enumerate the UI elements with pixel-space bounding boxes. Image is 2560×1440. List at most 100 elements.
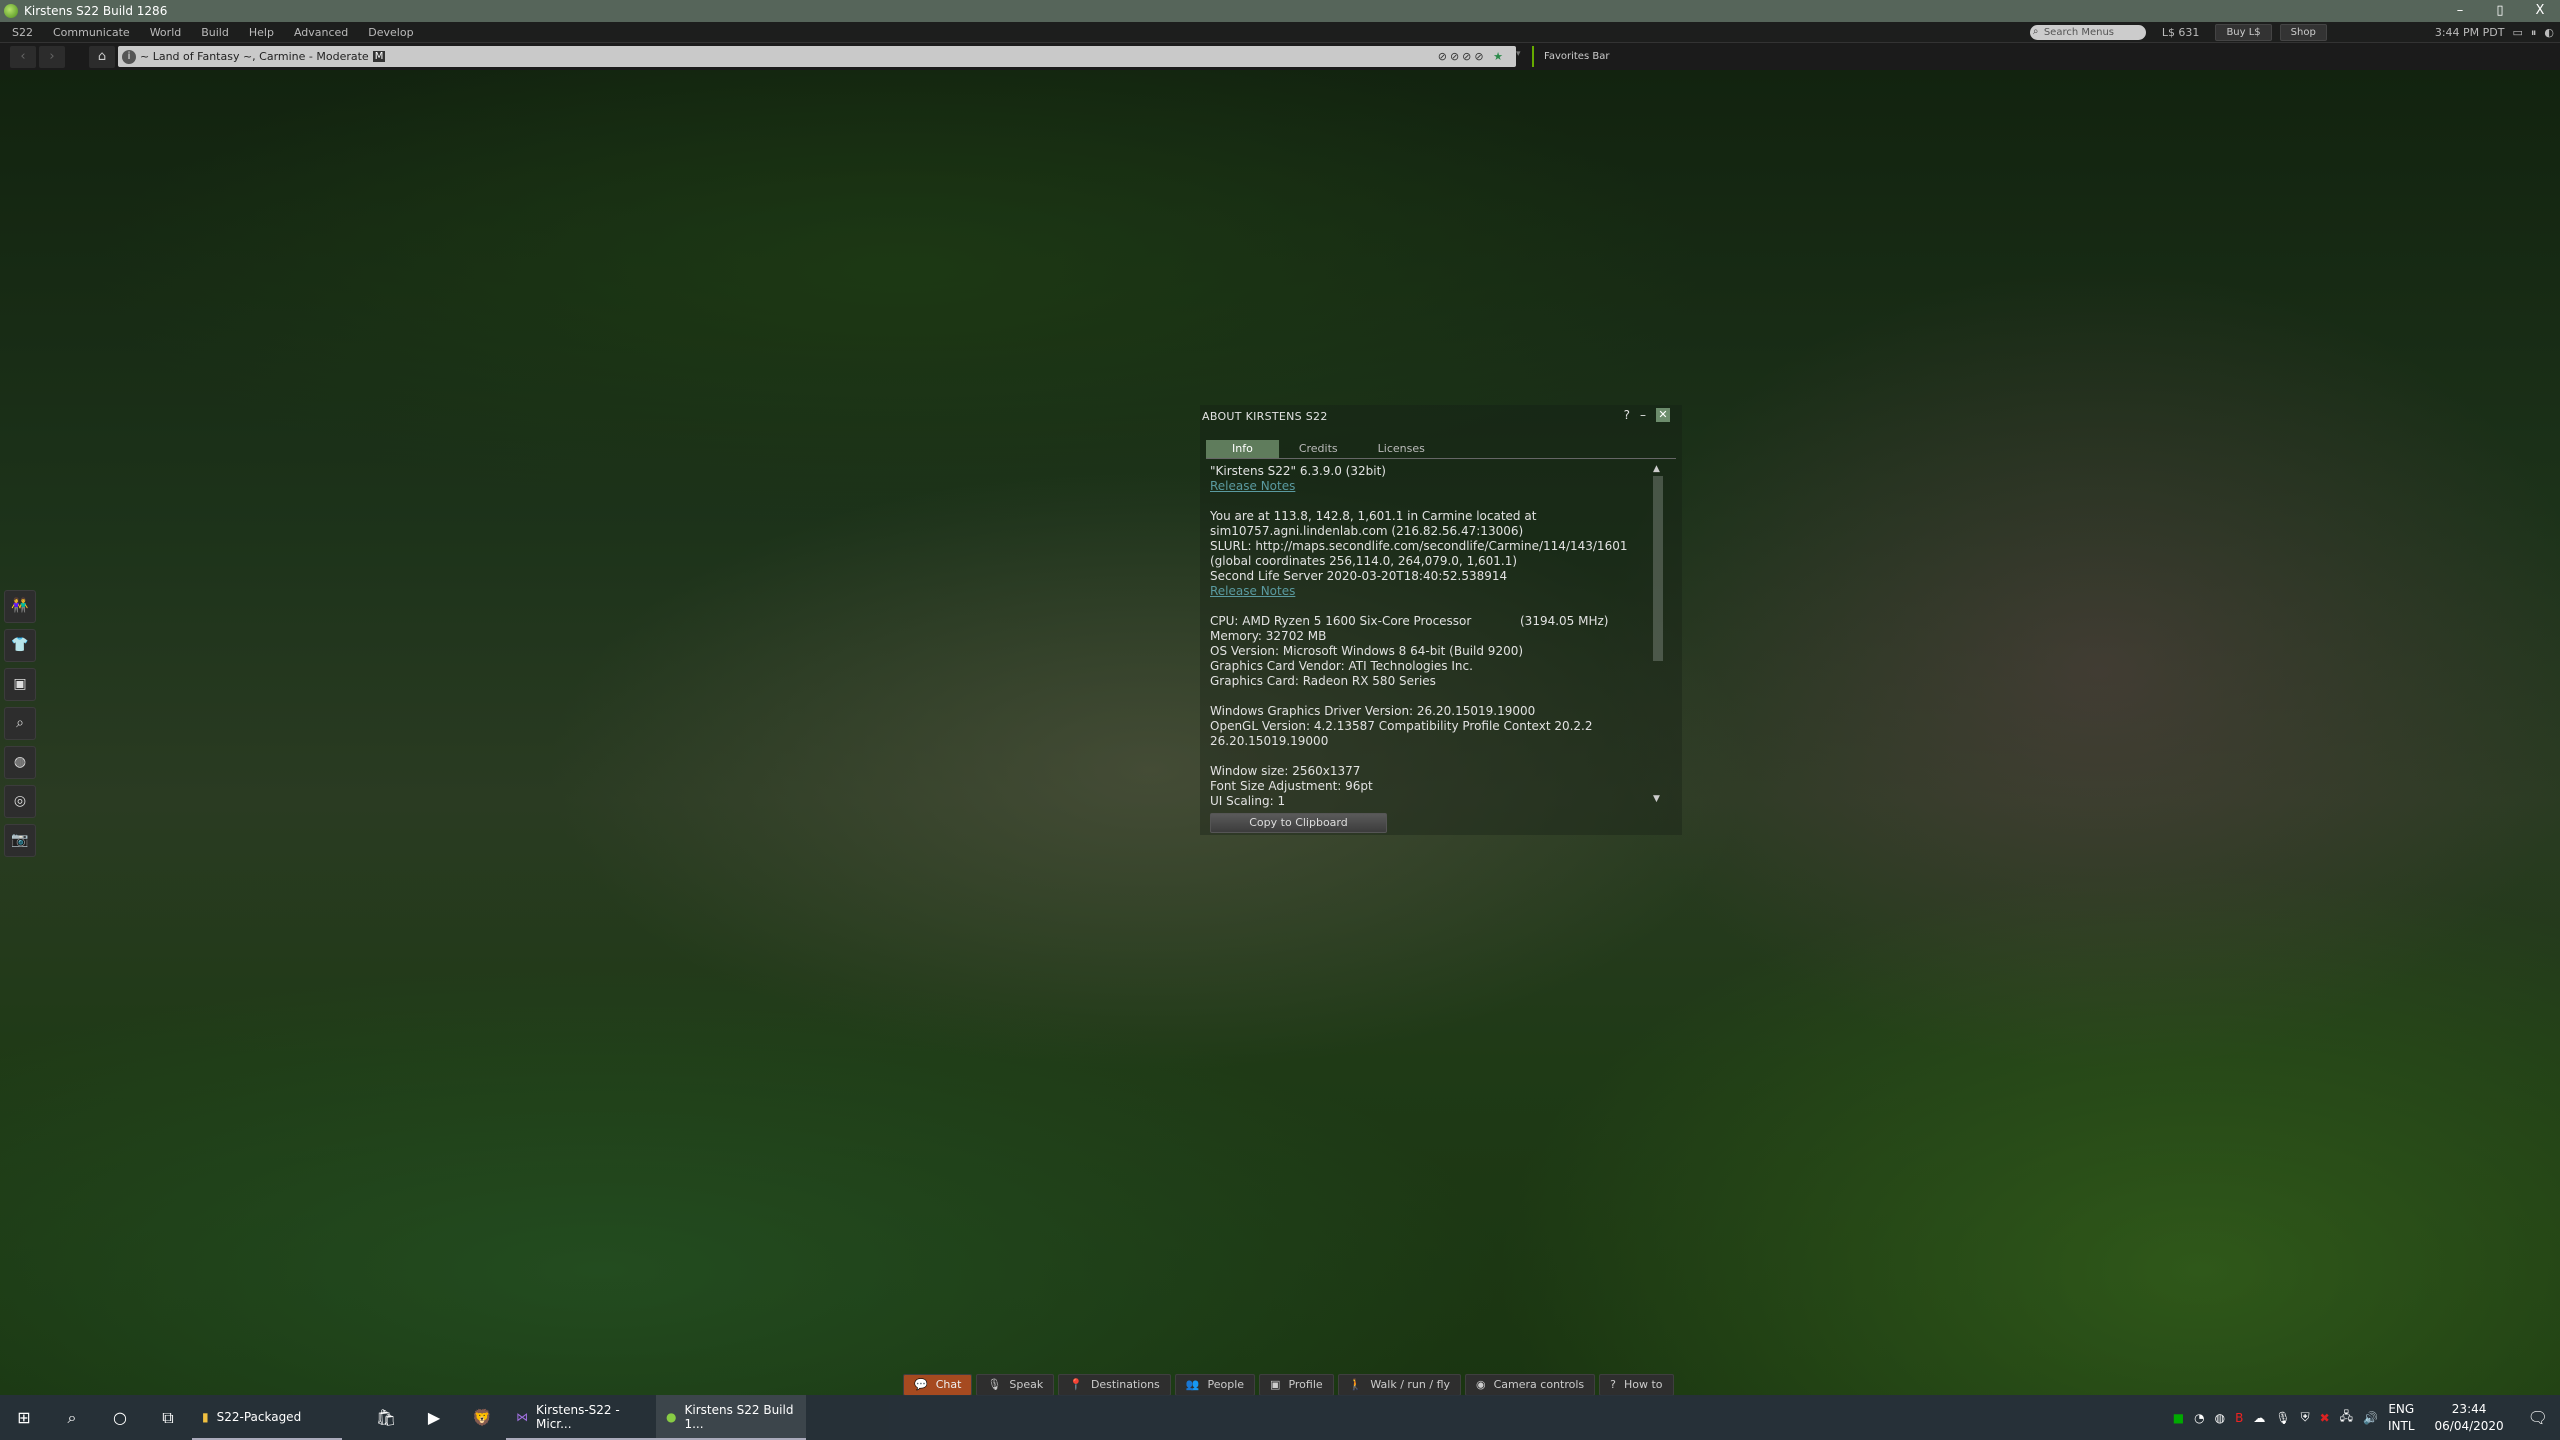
media-player-icon[interactable]: ▶ <box>410 1395 458 1440</box>
notifications-icon[interactable]: 🗨 <box>2528 1408 2548 1427</box>
info-line-text: UI Scaling: 1 <box>1210 794 1286 808</box>
search-menus-input[interactable]: Search Menus <box>2029 24 2146 40</box>
window-title: Kirstens S22 Build 1286 <box>24 4 168 18</box>
menu-s22[interactable]: S22 <box>0 26 41 39</box>
floater-title: ABOUT KIRSTENS S22 <box>1202 410 1328 423</box>
search-icon: ⌕ <box>16 715 24 731</box>
destinations-button[interactable]: 📍 Destinations <box>1058 1374 1171 1396</box>
back-button[interactable]: ‹ <box>10 45 36 68</box>
info-icon[interactable]: i <box>122 49 136 64</box>
info-line-text: SLURL: http://maps.secondlife.com/second… <box>1210 539 1628 553</box>
people-button[interactable]: 👫 <box>4 590 36 623</box>
walk-run-fly-button[interactable]: 🚶 Walk / run / fly <box>1337 1374 1462 1396</box>
info-line-text: Graphics Card: Radeon RX 580 Series <box>1210 674 1436 688</box>
location-dropdown-icon[interactable]: ▾ <box>1516 49 1521 59</box>
profile-button[interactable]: ▣ Profile <box>1259 1374 1334 1396</box>
people-button[interactable]: 👥 People <box>1174 1374 1256 1396</box>
scroll-thumb[interactable] <box>1653 476 1663 661</box>
pin-icon: 📍 <box>1069 1378 1083 1391</box>
minimize-button[interactable]: – <box>2440 0 2480 22</box>
info-line: You are at 113.8, 142.8, 1,601.1 in Carm… <box>1210 509 1650 524</box>
tab-credits[interactable]: Credits <box>1279 440 1358 458</box>
taskbar-clock[interactable]: 23:44 06/04/2020 <box>2435 1401 2504 1435</box>
chat-button[interactable]: 💬 Chat <box>903 1374 973 1396</box>
info-line-text: 26.20.15019.19000 <box>1210 734 1329 748</box>
info-line: OS Version: Microsoft Windows 8 64-bit (… <box>1210 644 1650 659</box>
help-button[interactable]: ? <box>1624 408 1630 422</box>
tab-info[interactable]: Info <box>1206 440 1279 458</box>
snapshot-button[interactable]: 📷 <box>4 824 36 857</box>
taskbar-app-viewer[interactable]: ● Kirstens S22 Build 1... <box>656 1395 806 1440</box>
info-scrollbar[interactable]: ▲ ▼ <box>1652 464 1664 804</box>
volume-icon[interactable]: 🔊 <box>2363 1411 2378 1425</box>
how-to-button[interactable]: ? How to <box>1599 1374 1674 1396</box>
taskbar-app-visual-studio[interactable]: ⋈ Kirstens-S22 - Micr... <box>506 1395 656 1440</box>
title-bar: Kirstens S22 Build 1286 – ▯ X <box>0 0 2560 22</box>
scroll-up-icon[interactable]: ▲ <box>1653 464 1660 474</box>
toolbar-label: Destinations <box>1090 1378 1160 1391</box>
home-button[interactable]: ⌂ <box>89 45 115 68</box>
forward-button[interactable]: › <box>39 45 65 68</box>
menu-help[interactable]: Help <box>237 26 282 39</box>
defender-icon[interactable]: ⛨ <box>2301 1410 2310 1425</box>
input-language[interactable]: ENG INTL <box>2388 1401 2415 1435</box>
close-floater-button[interactable]: ✕ <box>1656 408 1670 422</box>
shop-button[interactable]: Shop <box>2279 24 2327 41</box>
info-link-line: Release Notes <box>1210 479 1650 494</box>
camera-controls-button[interactable]: ◉ Camera controls <box>1465 1374 1596 1396</box>
viewer-icon: ● <box>666 1409 677 1424</box>
toolbar-label: Speak <box>1009 1378 1044 1391</box>
brave-browser-icon[interactable]: 🦁 <box>458 1395 506 1440</box>
menu-bar: S22 Communicate World Build Help Advance… <box>0 22 2560 43</box>
menu-develop[interactable]: Develop <box>356 26 421 39</box>
buy-lindens-button[interactable]: Buy L$ <box>2215 24 2272 41</box>
red-app-icon[interactable]: B <box>2235 1411 2243 1425</box>
menu-advanced[interactable]: Advanced <box>282 26 356 39</box>
search-icon[interactable]: ⌕ <box>48 1395 96 1440</box>
speaker-tray-icon[interactable]: ◔ <box>2194 1411 2204 1425</box>
pause-icon[interactable]: ⏸ <box>2531 26 2537 40</box>
release-notes-link[interactable]: Release Notes <box>1210 584 1295 598</box>
network-icon[interactable]: 🖧 <box>2340 1407 2353 1428</box>
release-notes-link[interactable]: Release Notes <box>1210 479 1295 493</box>
map-button[interactable]: ◍ <box>4 746 36 779</box>
menu-build[interactable]: Build <box>189 26 237 39</box>
windows-start-icon[interactable]: ⊞ <box>0 1395 48 1440</box>
green-square-icon[interactable]: ■ <box>2173 1411 2184 1425</box>
info-line-text: Font Size Adjustment: 96pt <box>1210 779 1373 793</box>
speak-button[interactable]: 🎙 Speak <box>976 1374 1055 1396</box>
task-view-icon[interactable]: ⧉ <box>144 1395 192 1440</box>
search-button[interactable]: ⌕ <box>4 707 36 740</box>
microphone-icon[interactable]: 🎙 <box>2275 1411 2290 1425</box>
tab-bar: Info Credits Licenses <box>1206 440 1676 459</box>
scroll-down-icon[interactable]: ▼ <box>1653 794 1660 804</box>
people-icon: 👥 <box>1185 1378 1200 1391</box>
ram-icon[interactable]: ◍ <box>2215 1411 2225 1425</box>
inventory-button[interactable]: ▣ <box>4 668 36 701</box>
maturity-badge: M <box>372 51 386 62</box>
inventory-icon: ▣ <box>13 676 27 692</box>
red-x-icon[interactable]: ✖ <box>2320 1411 2330 1425</box>
close-button[interactable]: X <box>2520 0 2560 22</box>
copy-to-clipboard-button[interactable]: Copy to Clipboard <box>1210 813 1387 833</box>
maximize-button[interactable]: ▯ <box>2480 0 2520 22</box>
menu-communicate[interactable]: Communicate <box>41 26 138 39</box>
cortana-icon[interactable]: ○ <box>96 1395 144 1440</box>
tab-licenses[interactable]: Licenses <box>1358 440 1445 458</box>
store-icon[interactable]: 🛍 <box>362 1395 410 1440</box>
appearance-button[interactable]: 👕 <box>4 629 36 662</box>
info-line-text: sim10757.agni.lindenlab.com (216.82.56.4… <box>1210 524 1524 538</box>
microphone-icon: 🎙 <box>987 1378 1002 1391</box>
location-input[interactable]: i ~ Land of Fantasy ~, Carmine - Moderat… <box>118 46 1516 67</box>
nearby-button[interactable]: ◎ <box>4 785 36 818</box>
menu-world[interactable]: World <box>138 26 190 39</box>
minimize-floater-button[interactable]: – <box>1640 408 1646 422</box>
info-line: sim10757.agni.lindenlab.com (216.82.56.4… <box>1210 524 1650 539</box>
monitor-icon[interactable]: ▭ <box>2512 26 2522 39</box>
taskbar-app-folder[interactable]: ▮ S22-Packaged <box>192 1395 342 1440</box>
volume-icon[interactable]: ◐ <box>2544 26 2554 39</box>
cloud-icon[interactable]: ☁ <box>2253 1411 2265 1425</box>
info-line-text: "Kirstens S22" 6.3.9.0 (32bit) <box>1210 464 1386 478</box>
help-book-icon: ? <box>1610 1378 1616 1391</box>
left-toolbar: 👫 👕 ▣ ⌕ ◍ ◎ 📷 <box>4 590 36 857</box>
